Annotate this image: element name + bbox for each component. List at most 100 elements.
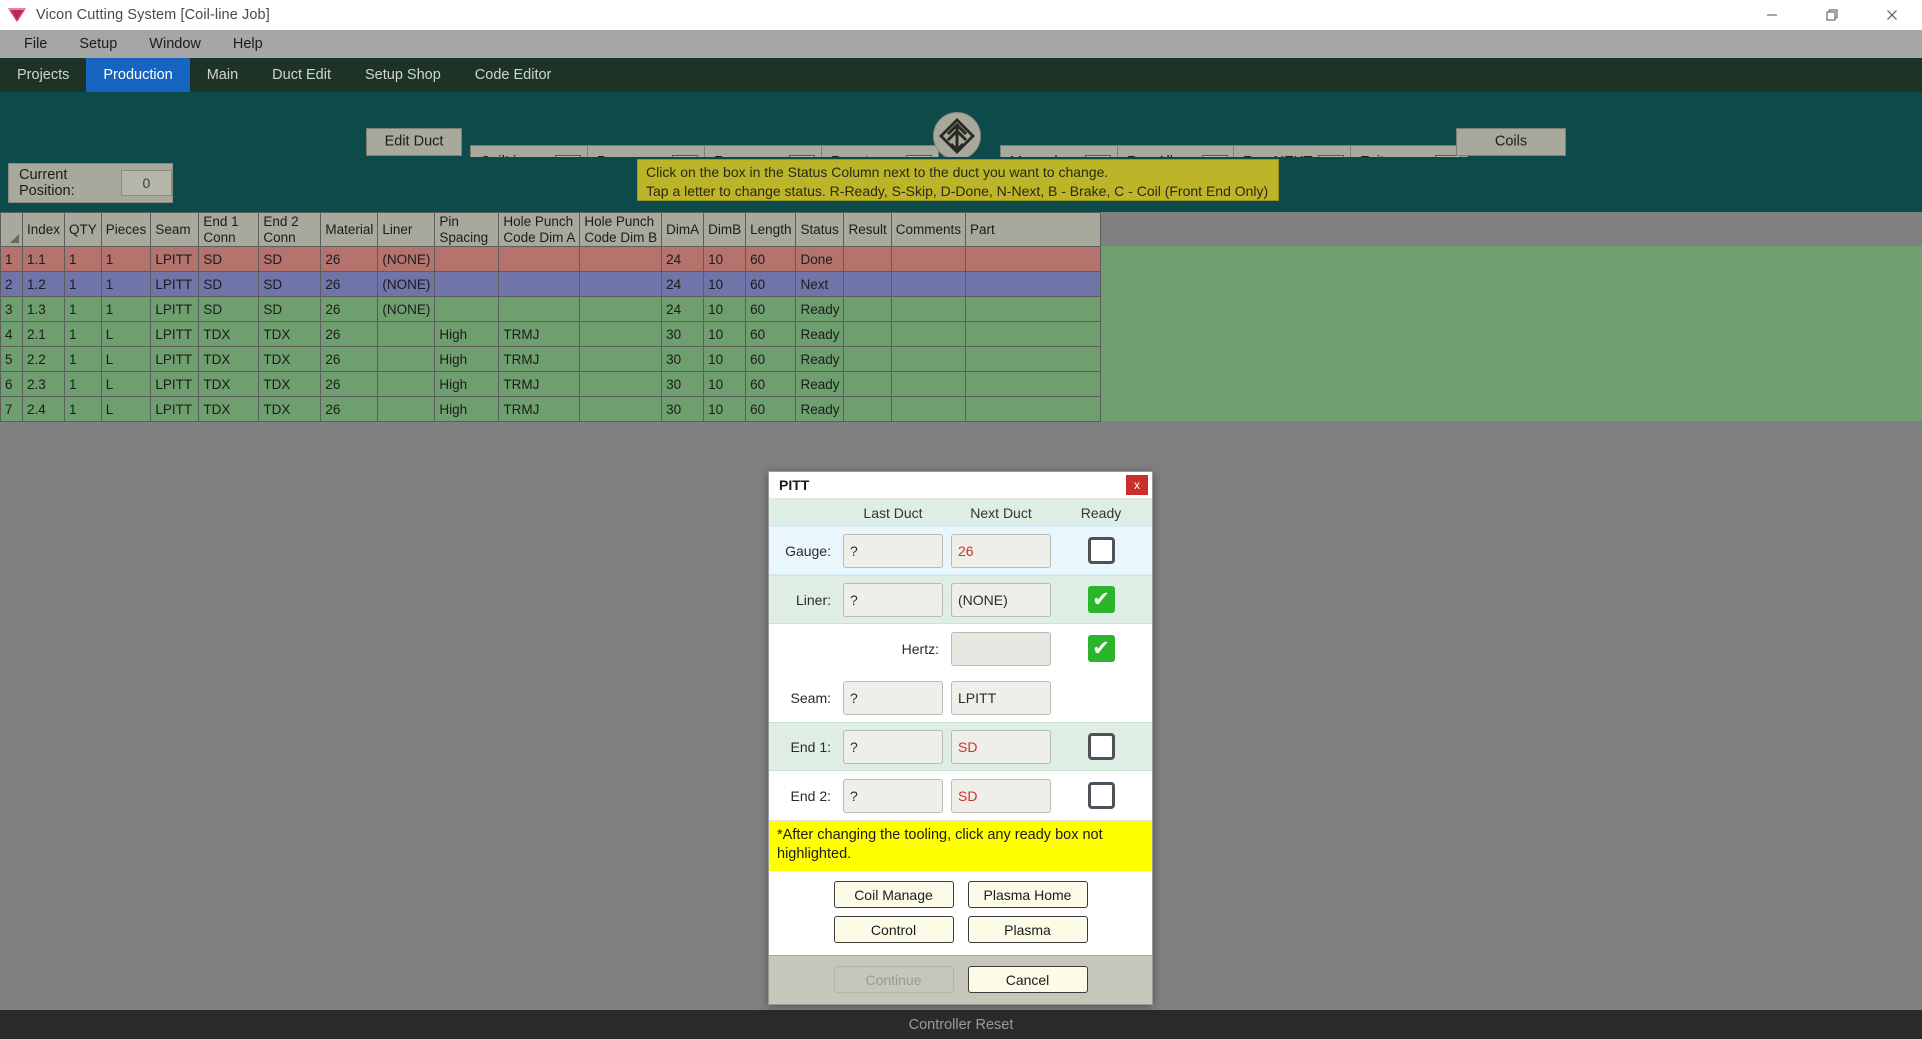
grid-cell[interactable]: 24 <box>662 297 704 322</box>
close-button[interactable] <box>1862 0 1922 30</box>
grid-cell[interactable]: 1 <box>65 372 102 397</box>
grid-cell[interactable]: 10 <box>704 347 746 372</box>
grid-cell[interactable]: L <box>101 322 151 347</box>
grid-corner-selector[interactable] <box>1 213 23 247</box>
grid-cell[interactable]: 10 <box>704 272 746 297</box>
grid-cell[interactable] <box>891 297 965 322</box>
grid-cell[interactable]: 1.3 <box>23 297 65 322</box>
row-number-cell[interactable]: 6 <box>1 372 23 397</box>
table-row[interactable]: 62.31LLPITTTDXTDX26HighTRMJ301060Ready <box>1 372 1101 397</box>
next-duct-field[interactable]: SD <box>951 779 1051 813</box>
next-duct-field[interactable]: 26 <box>951 534 1051 568</box>
grid-cell[interactable]: 2.2 <box>23 347 65 372</box>
grid-cell[interactable] <box>891 397 965 422</box>
tab-duct-edit[interactable]: Duct Edit <box>255 58 348 92</box>
grid-cell[interactable] <box>580 297 662 322</box>
grid-cell[interactable]: 60 <box>746 347 796 372</box>
table-row[interactable]: 21.211LPITTSDSD26(NONE)241060Next <box>1 272 1101 297</box>
menu-item-help[interactable]: Help <box>217 36 279 52</box>
grid-column-header[interactable]: Index <box>23 213 65 247</box>
grid-cell[interactable]: Ready <box>796 397 844 422</box>
grid-cell[interactable]: 2.3 <box>23 372 65 397</box>
grid-cell[interactable]: 2.1 <box>23 322 65 347</box>
table-row[interactable]: 52.21LLPITTTDXTDX26HighTRMJ301060Ready <box>1 347 1101 372</box>
table-row[interactable]: 42.11LLPITTTDXTDX26HighTRMJ301060Ready <box>1 322 1101 347</box>
last-duct-field[interactable]: ? <box>843 681 943 715</box>
table-row[interactable]: 72.41LLPITTTDXTDX26HighTRMJ301060Ready <box>1 397 1101 422</box>
grid-cell[interactable] <box>966 372 1101 397</box>
grid-cell[interactable] <box>891 372 965 397</box>
grid-cell[interactable]: LPITT <box>151 397 199 422</box>
row-number-cell[interactable]: 3 <box>1 297 23 322</box>
grid-cell[interactable]: LPITT <box>151 272 199 297</box>
grid-cell[interactable] <box>966 247 1101 272</box>
close-icon[interactable]: x <box>1126 475 1148 495</box>
table-row[interactable]: 31.311LPITTSDSD26(NONE)241060Ready <box>1 297 1101 322</box>
grid-cell[interactable]: High <box>435 397 499 422</box>
grid-cell[interactable]: TDX <box>259 322 321 347</box>
grid-cell[interactable] <box>435 272 499 297</box>
grid-cell[interactable]: 1.1 <box>23 247 65 272</box>
grid-cell[interactable]: 10 <box>704 372 746 397</box>
grid-cell[interactable]: (NONE) <box>378 247 435 272</box>
grid-cell[interactable] <box>844 347 891 372</box>
next-duct-field[interactable]: (NONE) <box>951 583 1051 617</box>
grid-cell[interactable]: 10 <box>704 322 746 347</box>
grid-cell[interactable] <box>378 372 435 397</box>
grid-cell[interactable]: 60 <box>746 322 796 347</box>
grid-cell[interactable] <box>435 247 499 272</box>
grid-cell[interactable]: 1 <box>65 247 102 272</box>
next-duct-field[interactable] <box>951 632 1051 666</box>
grid-cell[interactable] <box>844 397 891 422</box>
last-duct-field[interactable]: ? <box>843 730 943 764</box>
grid-cell[interactable]: 10 <box>704 397 746 422</box>
grid-cell[interactable]: L <box>101 397 151 422</box>
grid-cell[interactable] <box>966 297 1101 322</box>
grid-cell[interactable]: LPITT <box>151 297 199 322</box>
grid-column-header[interactable]: Liner <box>378 213 435 247</box>
grid-cell[interactable]: 1 <box>101 272 151 297</box>
grid-cell[interactable]: SD <box>199 272 259 297</box>
grid-cell[interactable] <box>844 322 891 347</box>
grid-cell[interactable]: L <box>101 372 151 397</box>
grid-column-header[interactable]: Comments <box>891 213 965 247</box>
grid-cell[interactable]: 26 <box>321 347 378 372</box>
grid-cell[interactable]: SD <box>259 272 321 297</box>
grid-cell[interactable] <box>499 247 580 272</box>
grid-cell[interactable]: 24 <box>662 247 704 272</box>
plasma-button[interactable]: Plasma <box>968 916 1088 943</box>
grid-column-header[interactable]: PinSpacing <box>435 213 499 247</box>
grid-cell[interactable]: 1 <box>101 247 151 272</box>
grid-column-header[interactable]: End 1Conn <box>199 213 259 247</box>
ready-checkbox-checked[interactable]: ✔ <box>1088 586 1115 613</box>
row-number-cell[interactable]: 7 <box>1 397 23 422</box>
grid-cell[interactable]: 30 <box>662 397 704 422</box>
cancel-button[interactable]: Cancel <box>968 966 1088 993</box>
grid-cell[interactable]: Ready <box>796 372 844 397</box>
coils-button[interactable]: Coils <box>1456 128 1566 156</box>
grid-cell[interactable]: TDX <box>259 397 321 422</box>
grid-cell[interactable] <box>580 397 662 422</box>
ready-checkbox-unchecked[interactable] <box>1088 733 1115 760</box>
edit-duct-button[interactable]: Edit Duct <box>366 128 462 156</box>
row-number-cell[interactable]: 4 <box>1 322 23 347</box>
grid-cell[interactable]: 1 <box>65 347 102 372</box>
grid-cell[interactable]: LPITT <box>151 247 199 272</box>
grid-cell[interactable]: Done <box>796 247 844 272</box>
tab-code-editor[interactable]: Code Editor <box>458 58 569 92</box>
grid-cell[interactable]: SD <box>199 297 259 322</box>
grid-column-header[interactable]: DimB <box>704 213 746 247</box>
grid-cell[interactable]: TDX <box>199 322 259 347</box>
grid-cell[interactable]: 60 <box>746 397 796 422</box>
grid-cell[interactable]: SD <box>259 247 321 272</box>
grid-cell[interactable] <box>378 347 435 372</box>
grid-cell[interactable]: TDX <box>199 372 259 397</box>
row-number-cell[interactable]: 1 <box>1 247 23 272</box>
tab-production[interactable]: Production <box>86 58 189 92</box>
grid-cell[interactable]: 1.2 <box>23 272 65 297</box>
grid-cell[interactable]: 2.4 <box>23 397 65 422</box>
grid-cell[interactable]: 30 <box>662 322 704 347</box>
grid-cell[interactable]: Ready <box>796 347 844 372</box>
grid-cell[interactable]: High <box>435 322 499 347</box>
grid-cell[interactable] <box>378 322 435 347</box>
